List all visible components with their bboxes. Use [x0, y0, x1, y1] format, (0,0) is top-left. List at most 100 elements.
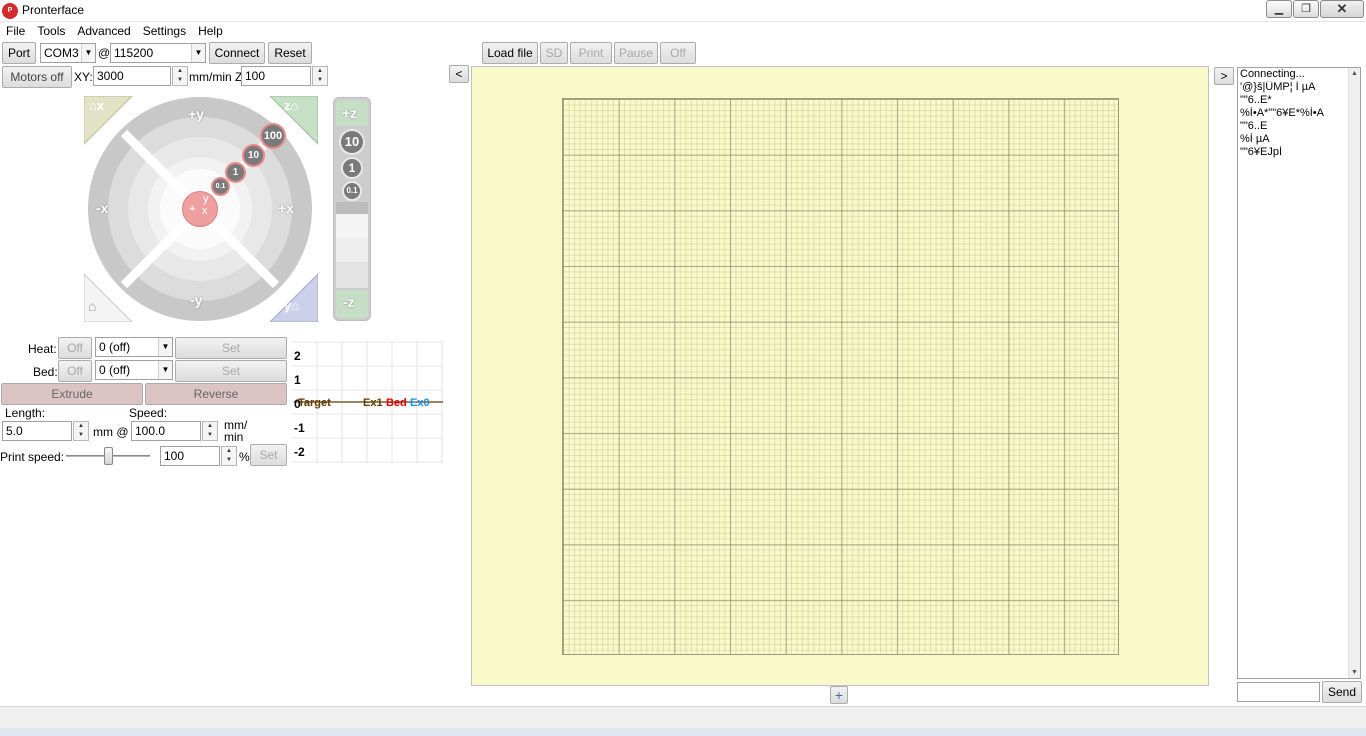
chevron-down-icon: ▼ — [158, 338, 172, 356]
heat-value: 0 (off) — [99, 340, 131, 354]
z-divider — [336, 202, 368, 214]
print-bed-canvas[interactable] — [471, 66, 1209, 686]
legend-target: Target — [298, 397, 331, 409]
jog-minus-z-button[interactable]: -z — [336, 290, 368, 318]
extrude-button[interactable]: Extrude — [1, 383, 143, 405]
scroll-down-icon[interactable]: ▼ — [1349, 669, 1360, 676]
menu-settings[interactable]: Settings — [137, 22, 192, 42]
close-icon[interactable]: ✕ — [1320, 0, 1364, 18]
sd-button[interactable]: SD — [540, 42, 568, 64]
z-step-1[interactable]: 1 — [341, 157, 363, 179]
jog-center-button[interactable]: y x ⌖ — [182, 191, 218, 227]
send-button[interactable]: Send — [1322, 681, 1362, 703]
menu-file[interactable]: File — [0, 22, 31, 42]
mm-min-label: mm/ min — [224, 418, 248, 444]
jog-minus-x-button[interactable]: -x — [96, 200, 108, 216]
taskbar — [0, 728, 1366, 736]
reset-button[interactable]: Reset — [268, 42, 312, 64]
z-step-minus-1[interactable] — [336, 238, 368, 262]
motors-off-button[interactable]: Motors off — [2, 66, 72, 88]
home-y-icon[interactable]: y⌂ — [284, 298, 299, 313]
print-speed-input[interactable]: 100 — [160, 446, 220, 466]
speed-spin-icon[interactable]: ▲ ▼ — [202, 421, 218, 441]
bed-label: Bed: — [33, 365, 58, 379]
port-value: COM3 — [44, 46, 79, 60]
off-button[interactable]: Off — [660, 42, 696, 64]
xy-spin-icon[interactable]: ▲ ▼ — [172, 66, 188, 86]
scroll-up-icon[interactable]: ▲ — [1349, 70, 1360, 77]
legend-ex1: Ex1 — [363, 397, 383, 409]
menu-help[interactable]: Help — [192, 22, 229, 42]
pronterface-logo-icon: P — [2, 3, 18, 19]
plus-z-label: +z — [342, 105, 358, 121]
mmmin-z-label: mm/min Z: — [189, 70, 246, 84]
jog-step-0-1[interactable]: 0.1 — [211, 177, 230, 196]
menu-tools[interactable]: Tools — [31, 22, 71, 42]
command-input[interactable] — [1237, 682, 1320, 702]
heat-set-button[interactable]: Set — [175, 337, 287, 359]
mm-at-label: mm @ — [93, 425, 129, 439]
xy-feedrate-input[interactable]: 3000 — [93, 66, 171, 86]
heat-select[interactable]: 0 (off) ▼ — [95, 337, 173, 357]
home-all-icon[interactable]: ⌂ — [88, 298, 96, 314]
at-label: @ — [98, 46, 111, 60]
restore-icon[interactable]: ❐ — [1293, 0, 1319, 18]
z-step-0-1[interactable]: 0.1 — [342, 181, 362, 201]
xy-jog-control: ⌂x z⌂ ⌂ y⌂ +y -y -x +x 100 10 1 0.1 y x … — [83, 95, 319, 323]
jog-plus-y-button[interactable]: +y — [188, 106, 204, 122]
bed-off-button[interactable]: Off — [58, 360, 92, 382]
jog-plus-z-button[interactable]: +z — [336, 100, 368, 126]
z-step-10[interactable]: 10 — [339, 129, 365, 155]
print-speed-spin-icon[interactable]: ▲ ▼ — [221, 446, 237, 466]
log-line: ""6..E* — [1240, 94, 1272, 106]
home-z-icon[interactable]: z⌂ — [284, 98, 298, 113]
percent-label: % — [239, 450, 250, 464]
chevron-down-icon: ▼ — [81, 44, 95, 62]
z-jog-control: +z 10 1 0.1 -z — [333, 97, 371, 321]
jog-step-10[interactable]: 10 — [242, 144, 265, 167]
load-file-button[interactable]: Load file — [482, 42, 538, 64]
xy-label: XY: — [74, 70, 93, 84]
pause-button[interactable]: Pause — [614, 42, 658, 64]
legend-ex0: Ex0 — [410, 397, 430, 409]
bed-select[interactable]: 0 (off) ▼ — [95, 360, 173, 380]
z-feedrate-input[interactable]: 100 — [241, 66, 311, 86]
jog-plus-x-button[interactable]: +x — [278, 200, 294, 216]
jog-step-100[interactable]: 100 — [260, 123, 286, 149]
heat-label: Heat: — [28, 342, 57, 356]
z-step-minus-10[interactable] — [336, 262, 368, 288]
length-spin-icon[interactable]: ▲ ▼ — [73, 421, 89, 441]
reverse-button[interactable]: Reverse — [145, 383, 287, 405]
speed-input[interactable]: 100.0 — [131, 421, 201, 441]
print-speed-slider[interactable] — [66, 446, 150, 466]
jog-minus-y-button[interactable]: -y — [190, 292, 202, 308]
print-bed-grid — [562, 98, 1119, 655]
window-title: Pronterface — [22, 3, 85, 17]
z-step-minus-0-1[interactable] — [336, 214, 368, 238]
connect-button[interactable]: Connect — [209, 42, 265, 64]
log-line: %Ì µA — [1240, 133, 1270, 145]
port-button[interactable]: Port — [2, 42, 36, 64]
minimize-icon[interactable]: ▁ — [1266, 0, 1292, 18]
collapse-right-button[interactable]: > — [1214, 67, 1234, 85]
z-spin-icon[interactable]: ▲ ▼ — [312, 66, 328, 86]
collapse-left-button[interactable]: < — [449, 65, 469, 83]
status-bar — [0, 706, 1366, 728]
home-x-icon[interactable]: ⌂x — [89, 98, 104, 113]
bed-set-button[interactable]: Set — [175, 360, 287, 382]
title-bar: P Pronterface ▁ ❐ ✕ — [0, 0, 1366, 22]
zoom-plus-button[interactable]: + — [830, 686, 848, 704]
port-select[interactable]: COM3 ▼ — [40, 43, 96, 63]
menu-bar: File Tools Advanced Settings Help — [0, 22, 1366, 42]
length-input[interactable]: 5.0 — [2, 421, 72, 441]
heat-off-button[interactable]: Off — [58, 337, 92, 359]
print-speed-set-button[interactable]: Set — [250, 444, 287, 466]
print-button[interactable]: Print — [570, 42, 612, 64]
baud-select[interactable]: 115200 ▼ — [110, 43, 206, 63]
jog-step-1[interactable]: 1 — [225, 162, 246, 183]
log-scrollbar[interactable]: ▲ ▼ — [1348, 68, 1360, 678]
console-log[interactable]: Connecting... '@}š|ÛMP¦ Ì µA ""6..E* %Ì•… — [1237, 67, 1361, 679]
log-line: ""6¥EJpÌ — [1240, 146, 1283, 158]
slider-thumb[interactable] — [104, 447, 113, 465]
menu-advanced[interactable]: Advanced — [71, 22, 136, 42]
